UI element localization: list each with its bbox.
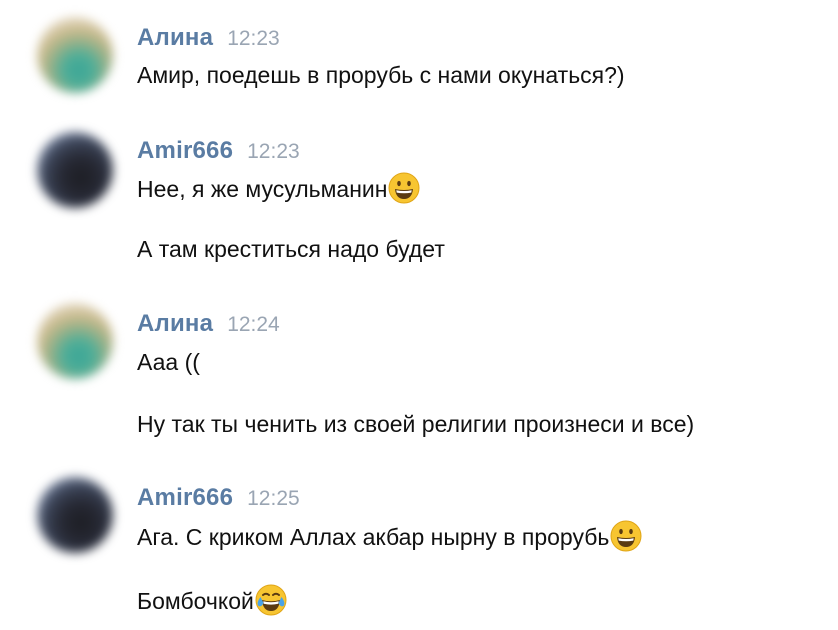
message-header: Алина 12:23 [137, 22, 280, 54]
message-text-row: Бомбочкой [137, 584, 287, 616]
message-text: Ааа (( [137, 349, 200, 375]
author-name[interactable]: Алина [137, 310, 213, 337]
message-text: Амир, поедешь в прорубь с нами окунаться… [137, 62, 625, 88]
avatar[interactable] [37, 132, 113, 208]
message-time: 12:23 [247, 140, 300, 163]
message-header: Amir666 12:23 [137, 135, 300, 167]
message-text-row: Нее, я же мусульманин [137, 172, 420, 204]
author-name[interactable]: Amir666 [137, 484, 233, 511]
avatar[interactable] [37, 17, 113, 93]
author-name[interactable]: Алина [137, 24, 213, 51]
message-time: 12:23 [227, 27, 280, 50]
message-text: Нее, я же мусульманин [137, 176, 388, 202]
message-header: Amir666 12:25 [137, 482, 300, 514]
tears-of-joy-icon [255, 584, 287, 616]
message-time: 12:25 [247, 487, 300, 510]
message-text: Ага. С криком Аллах акбар нырну в проруб… [137, 524, 610, 550]
grinning-face-icon [388, 172, 420, 204]
avatar[interactable] [37, 477, 113, 553]
message-time: 12:24 [227, 313, 280, 336]
message-text-row: Ага. С криком Аллах акбар нырну в проруб… [137, 520, 642, 552]
avatar[interactable] [37, 303, 113, 379]
grinning-face-icon [610, 520, 642, 552]
message-header: Алина 12:24 [137, 308, 280, 340]
message-text: А там креститься надо будет [137, 236, 445, 262]
message-text: Бомбочкой [137, 588, 254, 614]
author-name[interactable]: Amir666 [137, 137, 233, 164]
message-text: Ну так ты ченить из своей религии произн… [137, 411, 695, 437]
